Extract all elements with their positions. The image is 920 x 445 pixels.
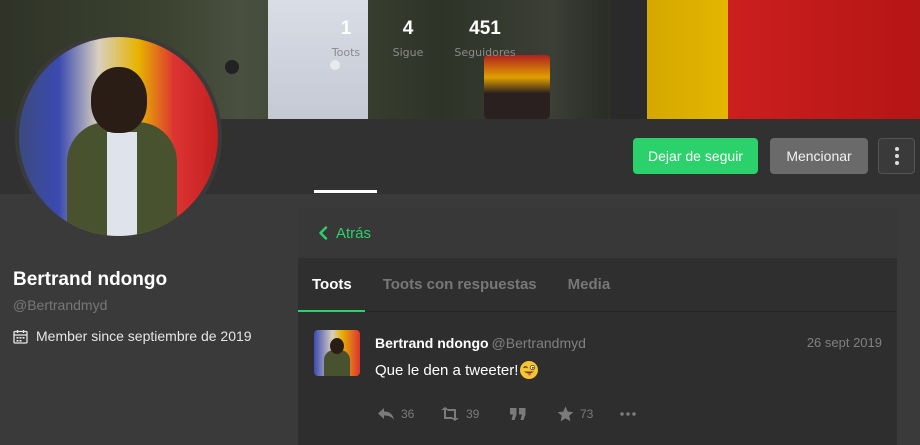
stat-followers[interactable]: 451 Seguidores [452,18,518,59]
horizontal-ellipsis-icon [620,412,636,416]
status-avatar[interactable] [314,330,360,376]
stat-toots-label: Toots [331,46,361,59]
status-item[interactable]: Bertrand ndongo @Bertrandmyd 26 sept 2019… [298,312,897,445]
star-icon [557,406,574,422]
back-button[interactable]: Atrás [298,208,897,258]
favourite-count: 73 [580,407,594,421]
profile-page: 1 Toots 4 Sigue 451 Seguidores Dejar de … [0,0,920,445]
stat-following-count: 4 [402,18,414,39]
reply-count: 36 [401,407,415,421]
boost-button[interactable]: 39 [440,407,510,421]
profile-display-name: Bertrand ndongo [13,269,168,290]
reply-button[interactable]: 36 [377,407,440,421]
status-timestamp[interactable]: 26 sept 2019 [807,335,882,350]
member-since: Member since septiembre de 2019 [13,328,252,344]
stat-followers-label: Seguidores [454,46,516,59]
more-options-button[interactable] [878,138,915,174]
status-display-name: Bertrand ndongo [375,335,489,351]
vertical-ellipsis-icon [894,147,899,165]
calendar-icon [13,329,28,344]
reply-icon [378,408,394,420]
stat-toots-count: 1 [340,18,352,39]
status-acct: @Bertrandmyd [491,335,586,351]
member-since-text: Member since septiembre de 2019 [36,328,252,344]
boost-count: 39 [466,407,480,421]
tab-toots-with-replies[interactable]: Toots con respuestas [383,276,537,293]
unfollow-button[interactable]: Dejar de seguir [633,138,758,174]
retweet-icon [441,407,459,421]
status-author[interactable]: Bertrand ndongo @Bertrandmyd [375,335,586,351]
status-text: Que le den a tweeter! [375,361,519,379]
chevron-left-icon [319,226,328,240]
quote-icon [510,407,526,420]
profile-avatar [15,33,222,240]
stat-toots[interactable]: 1 Toots [330,18,362,59]
profile-handle: @Bertrandmyd [13,297,108,313]
active-stat-indicator [314,190,377,193]
quote-button[interactable] [510,407,557,421]
status-content: Que le den a tweeter! [375,360,539,380]
status-more-button[interactable] [620,412,636,416]
status-action-bar: 36 39 73 [377,406,636,422]
back-label: Atrás [336,224,372,242]
stat-following[interactable]: 4 Sigue [390,18,426,59]
account-timeline-column: Atrás Toots Toots con respuestas Media B… [298,208,897,445]
tab-media[interactable]: Media [568,276,611,293]
winking-face-tongue-icon [520,361,539,379]
mention-button[interactable]: Mencionar [770,138,868,174]
timeline-tabs: Toots Toots con respuestas Media [298,258,897,312]
tab-toots[interactable]: Toots [312,276,352,293]
favourite-button[interactable]: 73 [557,406,620,422]
stat-following-label: Sigue [392,46,424,59]
stat-followers-count: 451 [469,18,501,39]
